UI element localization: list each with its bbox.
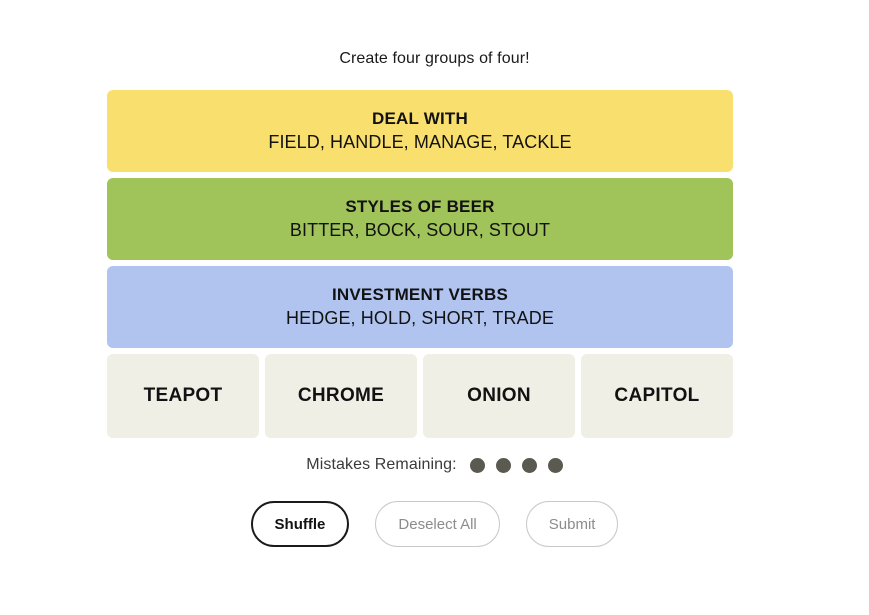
shuffle-button[interactable]: Shuffle xyxy=(250,501,350,547)
word-tile-teapot[interactable]: TEAPOT xyxy=(107,354,259,438)
mistake-dot xyxy=(495,457,511,473)
submit-button[interactable]: Submit xyxy=(525,501,619,547)
mistake-dot xyxy=(547,457,563,473)
mistakes-remaining: Mistakes Remaining: xyxy=(0,456,869,474)
game-controls: Shuffle Deselect All Submit xyxy=(0,501,869,547)
page-title: Create four groups of four! xyxy=(339,50,530,67)
solved-group-row-yellow: DEAL WITH FIELD, HANDLE, MANAGE, TACKLE xyxy=(107,90,733,172)
remaining-tiles-row: TEAPOT CHROME ONION CAPITOL xyxy=(107,354,733,438)
solved-group-row-blue: INVESTMENT VERBS HEDGE, HOLD, SHORT, TRA… xyxy=(107,266,733,348)
solved-group-members: HEDGE, HOLD, SHORT, TRADE xyxy=(286,308,554,328)
mistake-dot xyxy=(469,457,485,473)
solved-group-row-green: STYLES OF BEER BITTER, BOCK, SOUR, STOUT xyxy=(107,178,733,260)
solved-group-members: BITTER, BOCK, SOUR, STOUT xyxy=(289,220,551,240)
mistake-dot xyxy=(521,457,537,473)
solved-group-members: FIELD, HANDLE, MANAGE, TACKLE xyxy=(268,132,572,152)
mistakes-dots xyxy=(469,457,563,473)
solved-group-title: STYLES OF BEER xyxy=(345,197,495,216)
word-tile-onion[interactable]: ONION xyxy=(423,354,575,438)
solved-group-title: INVESTMENT VERBS xyxy=(331,285,509,304)
word-tile-capitol[interactable]: CAPITOL xyxy=(581,354,733,438)
game-board: DEAL WITH FIELD, HANDLE, MANAGE, TACKLE … xyxy=(107,90,733,438)
deselect-all-button[interactable]: Deselect All xyxy=(375,501,500,547)
mistakes-remaining-label: Mistakes Remaining: xyxy=(306,456,457,473)
solved-group-title: DEAL WITH xyxy=(372,109,468,128)
word-tile-chrome[interactable]: CHROME xyxy=(265,354,417,438)
connections-game-page: Create four groups of four! DEAL WITH FI… xyxy=(0,0,869,615)
